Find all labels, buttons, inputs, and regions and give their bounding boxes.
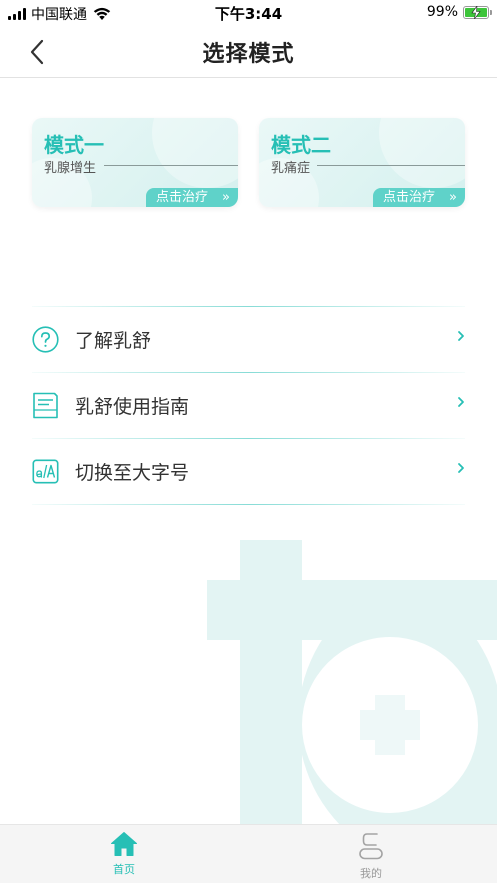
guide-document-icon (33, 392, 58, 419)
status-bar: 中国联通 下午3:44 99% (0, 0, 497, 26)
chevron-right-icon (458, 463, 464, 473)
double-chevron-icon: » (222, 190, 230, 205)
nav-bar: 选择模式 (0, 26, 497, 78)
menu-item-font-size-label: 切换至大字号 (75, 462, 190, 484)
mode-1-subtitle: 乳腺增生 (44, 161, 97, 176)
menu-item-guide-label: 乳舒使用指南 (75, 396, 190, 418)
battery-percent: 99% (426, 4, 458, 20)
watermark-logo (207, 540, 497, 825)
menu-item-guide[interactable]: 乳舒使用指南 (32, 373, 465, 437)
menu-item-about-label: 了解乳舒 (75, 330, 152, 352)
question-circle-icon (32, 326, 59, 353)
status-time: 下午3:44 (214, 5, 283, 23)
menu-item-about[interactable]: 了解乳舒 (32, 307, 465, 371)
mode-2-title: 模式二 (271, 133, 331, 157)
tab-bar: 首页 我的 (0, 824, 497, 883)
page-title: 选择模式 (202, 42, 295, 67)
menu-item-font-size[interactable]: 切换至大字号 (32, 439, 465, 503)
mode-card-1[interactable]: 模式一 乳腺增生 点击治疗 » (32, 118, 238, 207)
tab-mine-label: 我的 (360, 867, 382, 880)
chevron-right-icon (458, 331, 464, 341)
profile-icon (359, 833, 383, 860)
chevron-right-icon (458, 397, 464, 407)
mode-2-treat-label: 点击治疗 (383, 190, 436, 205)
mode-1-divider (104, 165, 238, 166)
mode-2-treat-button[interactable]: 点击治疗 » (373, 188, 465, 207)
tab-home[interactable]: 首页 (84, 831, 164, 881)
double-chevron-icon: » (449, 190, 457, 205)
home-icon (111, 832, 137, 856)
battery-icon (463, 5, 492, 19)
mode-card-2[interactable]: 模式二 乳痛症 点击治疗 » (259, 118, 465, 207)
status-right: 99% (426, 4, 492, 20)
mode-2-subtitle: 乳痛症 (271, 161, 311, 176)
tab-home-label: 首页 (113, 863, 135, 876)
mode-1-treat-button[interactable]: 点击治疗 » (146, 188, 238, 207)
mode-2-divider (317, 165, 465, 166)
tab-mine[interactable]: 我的 (331, 831, 411, 881)
menu-divider (32, 504, 465, 505)
mode-1-treat-label: 点击治疗 (156, 190, 209, 205)
mode-1-title: 模式一 (44, 133, 104, 157)
charging-bolt-icon (471, 5, 481, 19)
font-size-icon (32, 459, 59, 484)
